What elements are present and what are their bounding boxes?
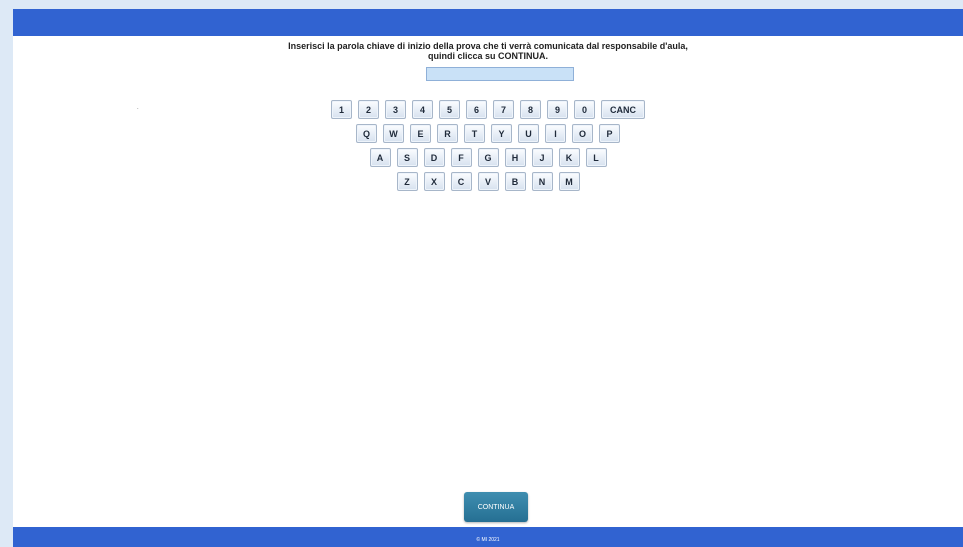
keyboard-row-4: ZXCVBNM <box>13 172 963 191</box>
footer-copyright: © MI 2021 <box>476 537 500 543</box>
key-3[interactable]: 3 <box>385 100 406 119</box>
key-1[interactable]: 1 <box>331 100 352 119</box>
key-h[interactable]: H <box>504 148 526 167</box>
key-x[interactable]: X <box>423 172 445 191</box>
instructions-line-2: quindi clicca su CONTINUA. <box>427 51 548 61</box>
keyboard-row-1: 1 2 3 4 5 6 7 8 9 0 CANC <box>13 100 963 119</box>
key-9[interactable]: 9 <box>547 100 568 119</box>
key-s[interactable]: S <box>396 148 418 167</box>
key-v[interactable]: V <box>477 172 499 191</box>
key-o[interactable]: O <box>572 124 593 143</box>
key-n[interactable]: N <box>531 172 553 191</box>
key-i[interactable]: I <box>545 124 566 143</box>
key-j[interactable]: J <box>531 148 553 167</box>
key-8[interactable]: 8 <box>520 100 541 119</box>
key-m[interactable]: M <box>558 172 580 191</box>
key-f[interactable]: F <box>450 148 472 167</box>
continue-button[interactable]: CONTINUA <box>464 492 528 522</box>
key-a[interactable]: A <box>369 148 391 167</box>
key-w[interactable]: W <box>383 124 404 143</box>
key-y[interactable]: Y <box>491 124 512 143</box>
key-u[interactable]: U <box>518 124 539 143</box>
app-frame: Inserisci la parola chiave di inizio del… <box>13 9 963 547</box>
instructions-line-1: Inserisci la parola chiave di inizio del… <box>288 41 688 51</box>
key-4[interactable]: 4 <box>412 100 433 119</box>
key-r[interactable]: R <box>437 124 458 143</box>
key-2[interactable]: 2 <box>358 100 379 119</box>
key-canc[interactable]: CANC <box>601 100 645 119</box>
key-l[interactable]: L <box>585 148 607 167</box>
key-k[interactable]: K <box>558 148 580 167</box>
keyword-input[interactable] <box>426 67 574 81</box>
key-c[interactable]: C <box>450 172 472 191</box>
key-e[interactable]: E <box>410 124 431 143</box>
key-g[interactable]: G <box>477 148 499 167</box>
key-6[interactable]: 6 <box>466 100 487 119</box>
key-b[interactable]: B <box>504 172 526 191</box>
keyboard-row-3: ASDFGHJKL <box>13 148 963 167</box>
key-q[interactable]: Q <box>356 124 377 143</box>
key-z[interactable]: Z <box>396 172 418 191</box>
key-d[interactable]: D <box>423 148 445 167</box>
keyboard-row-2: QWERTYUIOP <box>13 124 963 143</box>
header-bar <box>13 9 963 36</box>
key-0[interactable]: 0 <box>574 100 595 119</box>
key-p[interactable]: P <box>599 124 620 143</box>
instructions-text: Inserisci la parola chiave di inizio del… <box>13 41 963 61</box>
footer-bar: © MI 2021 <box>13 527 963 547</box>
virtual-keyboard: 1 2 3 4 5 6 7 8 9 0 CANC QWERTYUIOP ASDFGHJKL ZXCV… <box>13 100 963 196</box>
key-5[interactable]: 5 <box>439 100 460 119</box>
key-7[interactable]: 7 <box>493 100 514 119</box>
key-t[interactable]: T <box>464 124 485 143</box>
